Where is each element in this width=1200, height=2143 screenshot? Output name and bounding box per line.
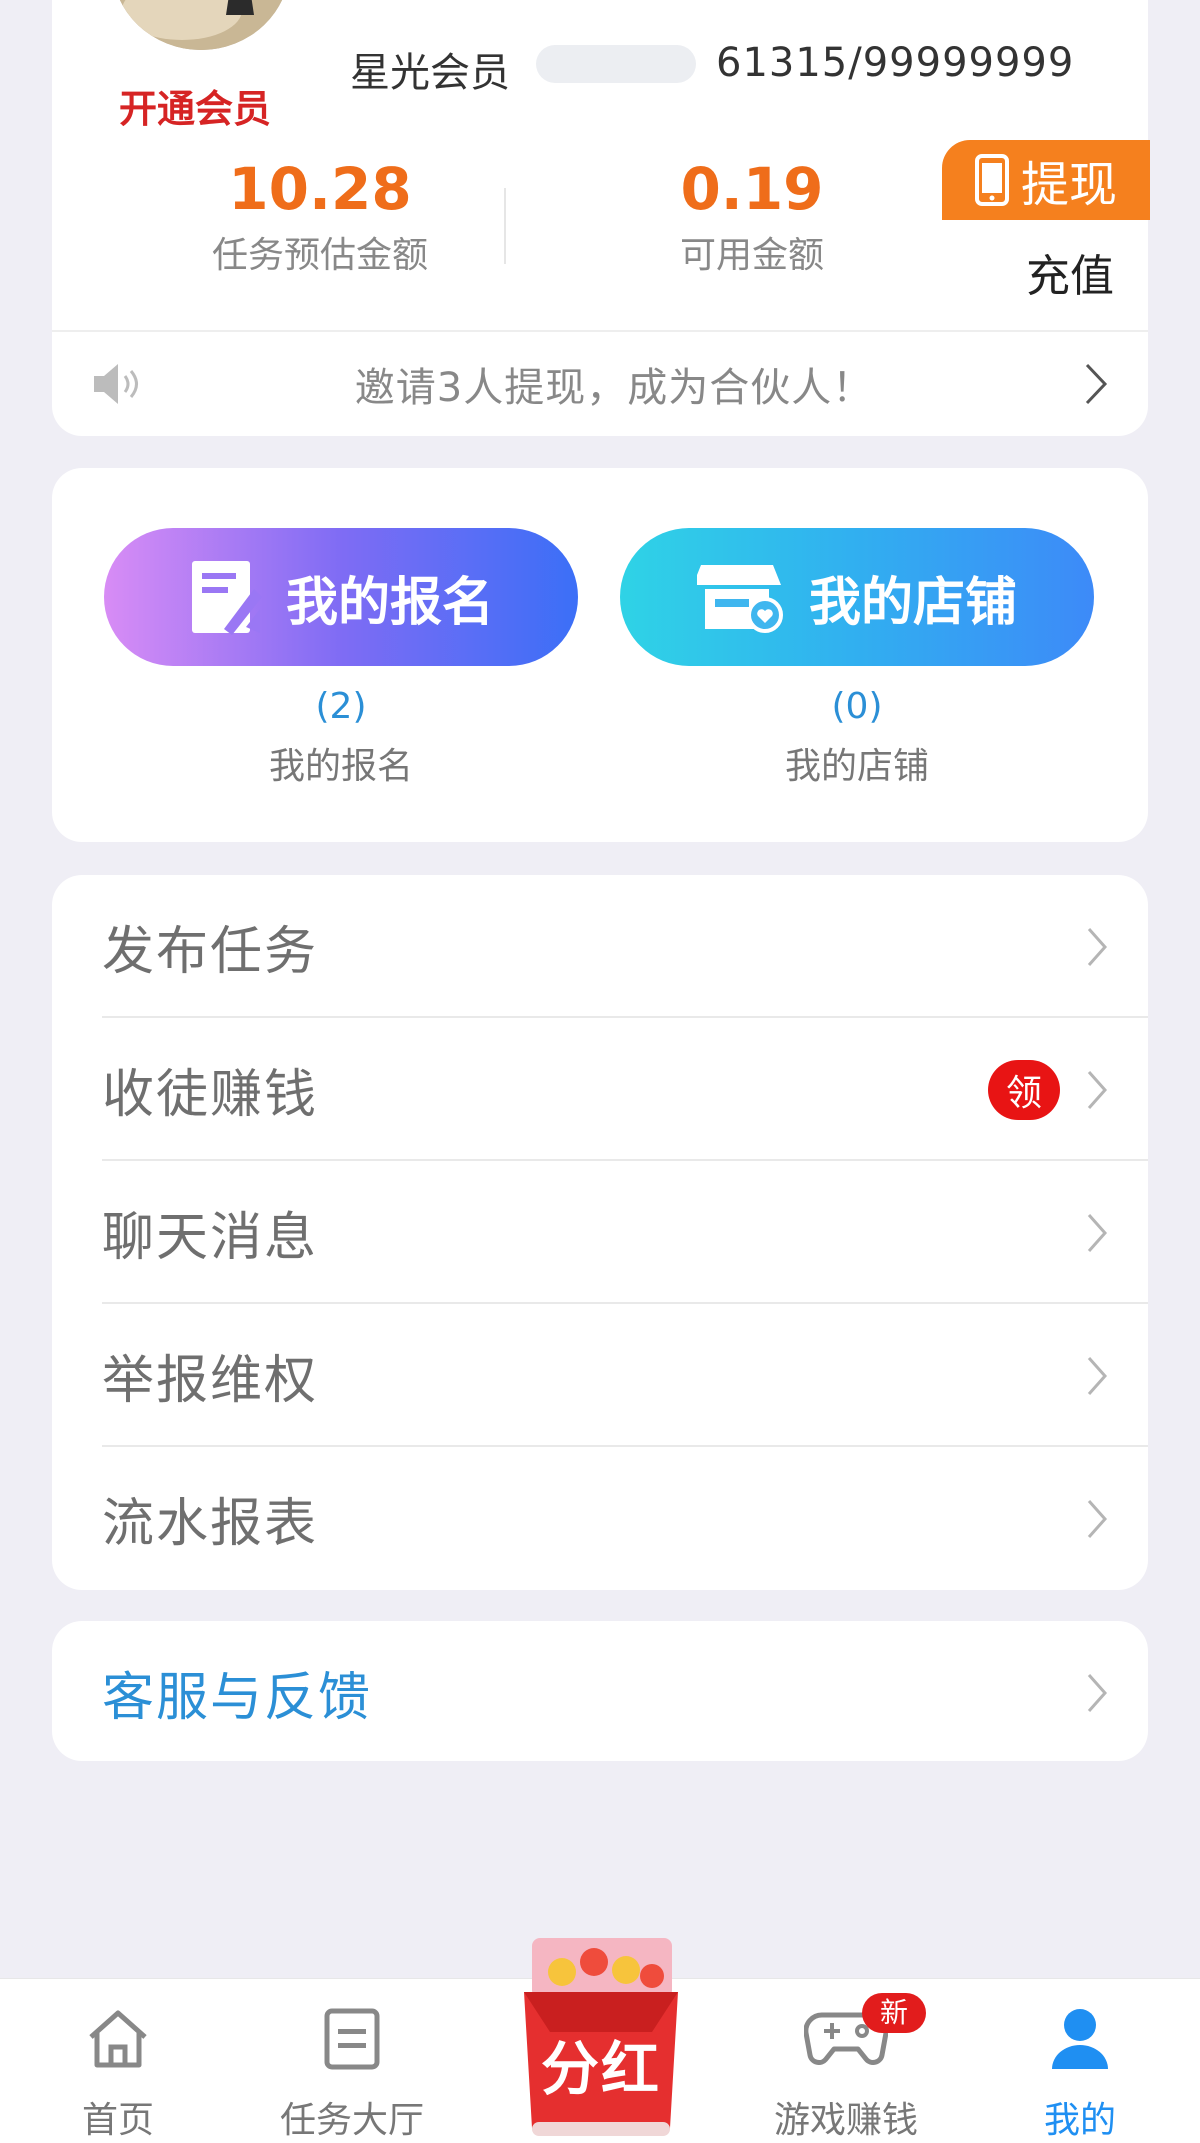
estimated-amount-stat[interactable]: 10.28 任务预估金额 (180, 155, 460, 278)
open-vip-link[interactable]: 开通会员 (119, 78, 271, 133)
available-amount-value: 0.19 (680, 155, 824, 223)
tab-home-label: 首页 (81, 2100, 154, 2141)
my-shop-summary[interactable]: (0) 我的店铺 (620, 686, 1094, 789)
chevron-right-icon (1087, 1673, 1108, 1712)
withdraw-label: 提现 (1020, 157, 1117, 213)
signup-label: 我的报名 (268, 746, 413, 787)
menu-item-label: 聊天消息 (102, 1208, 319, 1268)
tab-home[interactable]: 首页 (18, 1979, 218, 2143)
avatar[interactable] (112, 0, 290, 50)
menu-item-label: 收徒赚钱 (102, 1065, 319, 1125)
menu-item-publish-task[interactable]: 发布任务 (102, 875, 1148, 1018)
my-signup-button[interactable]: 我的报名 (104, 528, 578, 666)
my-shop-button[interactable]: 我的店铺 (620, 528, 1094, 666)
member-level: 星光会员 (350, 50, 510, 96)
chevron-right-icon (1087, 927, 1108, 966)
estimated-amount-label: 任务预估金额 (211, 234, 428, 276)
dividend-label: 分红 (540, 2035, 661, 2103)
menu-item-label: 发布任务 (102, 922, 319, 982)
my-signup-summary[interactable]: (2) 我的报名 (104, 686, 578, 789)
phone-icon (974, 154, 1009, 206)
service-card: 客服与反馈 (52, 1621, 1148, 1761)
chevron-right-icon (1087, 1070, 1108, 1109)
menu-item-label: 流水报表 (102, 1494, 319, 1554)
tab-task-hall-label: 任务大厅 (279, 2100, 424, 2141)
my-shop-button-label: 我的店铺 (808, 572, 1017, 633)
quick-actions-card: 我的报名 我的店铺 (2) 我的报名 (0) 我的店铺 (52, 468, 1148, 842)
menu-item-report-rights[interactable]: 举报维权 (102, 1304, 1148, 1447)
chevron-right-icon (1087, 1213, 1108, 1252)
member-progress-text: 61315/99999999 (716, 40, 1075, 86)
menu-list: 发布任务 收徒赚钱 领 聊天消息 举报维权 流水报表 (52, 875, 1148, 1590)
signup-count: (2) (315, 686, 367, 727)
menu-item-label: 举报维权 (102, 1351, 319, 1411)
tab-task-hall[interactable]: 任务大厅 (252, 1979, 452, 2143)
claim-badge: 领 (988, 1059, 1060, 1120)
withdraw-button[interactable]: 提现 (942, 140, 1150, 220)
my-signup-button-label: 我的报名 (285, 572, 494, 633)
menu-item-chat-messages[interactable]: 聊天消息 (102, 1161, 1148, 1304)
notice-bar[interactable]: 邀请3人提现，成为合伙人！ (52, 330, 1148, 436)
service-label: 客服与反馈 (102, 1668, 373, 1728)
dividend-button[interactable]: 分红 (502, 1932, 700, 2138)
available-amount-label: 可用金额 (679, 234, 824, 276)
menu-item-customer-service[interactable]: 客服与反馈 (102, 1621, 1148, 1764)
recharge-button[interactable]: 充值 (1026, 240, 1114, 304)
store-icon (696, 565, 783, 633)
new-badge: 新 (862, 1993, 926, 2033)
tab-me-label: 我的 (1043, 2100, 1116, 2141)
chevron-right-icon (1087, 1499, 1108, 1538)
shop-count: (0) (831, 686, 883, 727)
home-icon (89, 2010, 147, 2068)
stat-divider (504, 188, 506, 264)
user-icon (1052, 2009, 1108, 2069)
chevron-right-icon (1087, 1356, 1108, 1395)
member-progress-bar (536, 45, 696, 83)
document-icon (324, 2008, 380, 2070)
speaker-icon (94, 364, 138, 404)
menu-item-recruit-earn[interactable]: 收徒赚钱 领 (102, 1018, 1148, 1161)
profile-card: 开通会员 星光会员 61315/99999999 10.28 任务预估金额 0.… (52, 0, 1150, 436)
tab-game-earn-label: 游戏赚钱 (773, 2100, 918, 2141)
menu-item-statement[interactable]: 流水报表 (102, 1447, 1148, 1590)
notice-text: 邀请3人提现，成为合伙人！ (354, 365, 874, 411)
available-amount-stat[interactable]: 0.19 可用金额 (612, 155, 892, 278)
estimated-amount-value: 10.28 (228, 155, 412, 223)
tab-me[interactable]: 我的 (980, 1979, 1180, 2143)
shop-label: 我的店铺 (784, 746, 929, 787)
tab-game-earn[interactable]: 新 游戏赚钱 (746, 1979, 946, 2143)
form-edit-icon (191, 561, 262, 635)
chevron-right-icon (1085, 363, 1108, 405)
